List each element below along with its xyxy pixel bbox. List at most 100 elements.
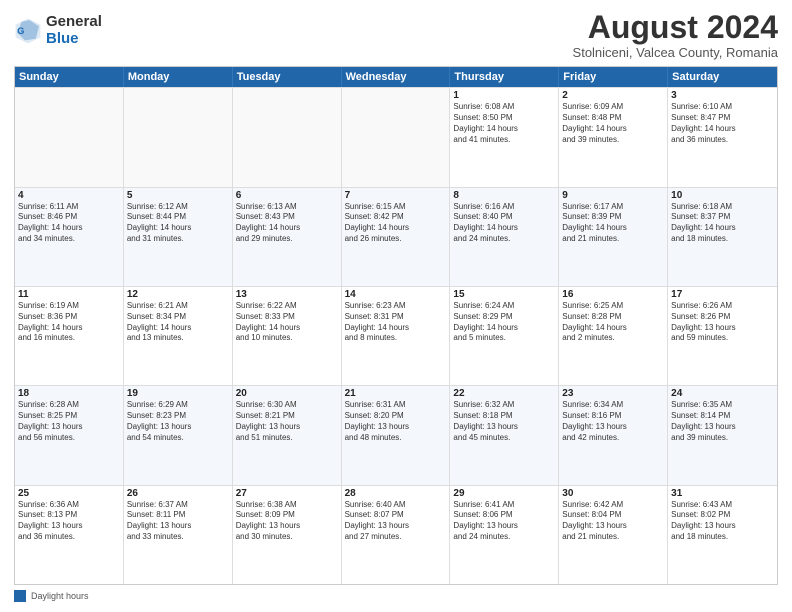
cal-cell-r0-c3 — [342, 88, 451, 186]
day-number: 1 — [453, 90, 555, 101]
cell-text: Sunrise: 6:18 AM Sunset: 8:37 PM Dayligh… — [671, 202, 774, 245]
cell-text: Sunrise: 6:32 AM Sunset: 8:18 PM Dayligh… — [453, 400, 555, 443]
logo-text: General Blue — [46, 14, 102, 47]
cal-cell-r2-c0: 11Sunrise: 6:19 AM Sunset: 8:36 PM Dayli… — [15, 287, 124, 385]
cell-text: Sunrise: 6:11 AM Sunset: 8:46 PM Dayligh… — [18, 202, 120, 245]
cal-cell-r1-c3: 7Sunrise: 6:15 AM Sunset: 8:42 PM Daylig… — [342, 188, 451, 286]
cal-cell-r1-c4: 8Sunrise: 6:16 AM Sunset: 8:40 PM Daylig… — [450, 188, 559, 286]
cell-text: Sunrise: 6:28 AM Sunset: 8:25 PM Dayligh… — [18, 400, 120, 443]
cell-text: Sunrise: 6:25 AM Sunset: 8:28 PM Dayligh… — [562, 301, 664, 344]
cell-text: Sunrise: 6:15 AM Sunset: 8:42 PM Dayligh… — [345, 202, 447, 245]
day-number: 19 — [127, 388, 229, 399]
cell-text: Sunrise: 6:16 AM Sunset: 8:40 PM Dayligh… — [453, 202, 555, 245]
cal-cell-r3-c6: 24Sunrise: 6:35 AM Sunset: 8:14 PM Dayli… — [668, 386, 777, 484]
day-number: 16 — [562, 289, 664, 300]
day-number: 20 — [236, 388, 338, 399]
page: G General Blue August 2024 Stolniceni, V… — [0, 0, 792, 612]
main-title: August 2024 — [573, 10, 778, 45]
day-number: 7 — [345, 190, 447, 201]
cell-text: Sunrise: 6:08 AM Sunset: 8:50 PM Dayligh… — [453, 102, 555, 145]
cal-cell-r2-c5: 16Sunrise: 6:25 AM Sunset: 8:28 PM Dayli… — [559, 287, 668, 385]
cal-cell-r1-c0: 4Sunrise: 6:11 AM Sunset: 8:46 PM Daylig… — [15, 188, 124, 286]
cal-cell-r4-c6: 31Sunrise: 6:43 AM Sunset: 8:02 PM Dayli… — [668, 486, 777, 584]
day-number: 30 — [562, 488, 664, 499]
cal-cell-r4-c5: 30Sunrise: 6:42 AM Sunset: 8:04 PM Dayli… — [559, 486, 668, 584]
cell-text: Sunrise: 6:41 AM Sunset: 8:06 PM Dayligh… — [453, 500, 555, 543]
cal-cell-r0-c6: 3Sunrise: 6:10 AM Sunset: 8:47 PM Daylig… — [668, 88, 777, 186]
cell-text: Sunrise: 6:23 AM Sunset: 8:31 PM Dayligh… — [345, 301, 447, 344]
cal-cell-r1-c2: 6Sunrise: 6:13 AM Sunset: 8:43 PM Daylig… — [233, 188, 342, 286]
calendar-header: Sunday Monday Tuesday Wednesday Thursday… — [15, 67, 777, 87]
cal-cell-r1-c1: 5Sunrise: 6:12 AM Sunset: 8:44 PM Daylig… — [124, 188, 233, 286]
cal-row-0: 1Sunrise: 6:08 AM Sunset: 8:50 PM Daylig… — [15, 87, 777, 186]
cal-cell-r4-c2: 27Sunrise: 6:38 AM Sunset: 8:09 PM Dayli… — [233, 486, 342, 584]
cell-text: Sunrise: 6:12 AM Sunset: 8:44 PM Dayligh… — [127, 202, 229, 245]
cell-text: Sunrise: 6:34 AM Sunset: 8:16 PM Dayligh… — [562, 400, 664, 443]
day-number: 12 — [127, 289, 229, 300]
day-number: 9 — [562, 190, 664, 201]
day-number: 15 — [453, 289, 555, 300]
logo-general-text: General — [46, 14, 102, 31]
day-number: 21 — [345, 388, 447, 399]
cell-text: Sunrise: 6:42 AM Sunset: 8:04 PM Dayligh… — [562, 500, 664, 543]
cal-cell-r3-c5: 23Sunrise: 6:34 AM Sunset: 8:16 PM Dayli… — [559, 386, 668, 484]
day-number: 22 — [453, 388, 555, 399]
header-monday: Monday — [124, 67, 233, 87]
day-number: 31 — [671, 488, 774, 499]
cell-text: Sunrise: 6:26 AM Sunset: 8:26 PM Dayligh… — [671, 301, 774, 344]
cal-row-4: 25Sunrise: 6:36 AM Sunset: 8:13 PM Dayli… — [15, 485, 777, 584]
cal-cell-r0-c4: 1Sunrise: 6:08 AM Sunset: 8:50 PM Daylig… — [450, 88, 559, 186]
day-number: 14 — [345, 289, 447, 300]
cal-cell-r4-c1: 26Sunrise: 6:37 AM Sunset: 8:11 PM Dayli… — [124, 486, 233, 584]
cal-cell-r2-c2: 13Sunrise: 6:22 AM Sunset: 8:33 PM Dayli… — [233, 287, 342, 385]
header-saturday: Saturday — [668, 67, 777, 87]
calendar: Sunday Monday Tuesday Wednesday Thursday… — [14, 66, 778, 585]
day-number: 5 — [127, 190, 229, 201]
day-number: 25 — [18, 488, 120, 499]
day-number: 4 — [18, 190, 120, 201]
header-wednesday: Wednesday — [342, 67, 451, 87]
header-tuesday: Tuesday — [233, 67, 342, 87]
cal-cell-r3-c2: 20Sunrise: 6:30 AM Sunset: 8:21 PM Dayli… — [233, 386, 342, 484]
cal-row-1: 4Sunrise: 6:11 AM Sunset: 8:46 PM Daylig… — [15, 187, 777, 286]
cal-cell-r4-c0: 25Sunrise: 6:36 AM Sunset: 8:13 PM Dayli… — [15, 486, 124, 584]
cal-row-3: 18Sunrise: 6:28 AM Sunset: 8:25 PM Dayli… — [15, 385, 777, 484]
day-number: 3 — [671, 90, 774, 101]
day-number: 29 — [453, 488, 555, 499]
cal-cell-r3-c1: 19Sunrise: 6:29 AM Sunset: 8:23 PM Dayli… — [124, 386, 233, 484]
cal-cell-r3-c4: 22Sunrise: 6:32 AM Sunset: 8:18 PM Dayli… — [450, 386, 559, 484]
cal-cell-r2-c3: 14Sunrise: 6:23 AM Sunset: 8:31 PM Dayli… — [342, 287, 451, 385]
day-number: 6 — [236, 190, 338, 201]
cal-cell-r4-c4: 29Sunrise: 6:41 AM Sunset: 8:06 PM Dayli… — [450, 486, 559, 584]
cell-text: Sunrise: 6:13 AM Sunset: 8:43 PM Dayligh… — [236, 202, 338, 245]
day-number: 26 — [127, 488, 229, 499]
cell-text: Sunrise: 6:24 AM Sunset: 8:29 PM Dayligh… — [453, 301, 555, 344]
cell-text: Sunrise: 6:35 AM Sunset: 8:14 PM Dayligh… — [671, 400, 774, 443]
cell-text: Sunrise: 6:37 AM Sunset: 8:11 PM Dayligh… — [127, 500, 229, 543]
cell-text: Sunrise: 6:30 AM Sunset: 8:21 PM Dayligh… — [236, 400, 338, 443]
cal-cell-r1-c6: 10Sunrise: 6:18 AM Sunset: 8:37 PM Dayli… — [668, 188, 777, 286]
header-friday: Friday — [559, 67, 668, 87]
cal-cell-r2-c6: 17Sunrise: 6:26 AM Sunset: 8:26 PM Dayli… — [668, 287, 777, 385]
calendar-body: 1Sunrise: 6:08 AM Sunset: 8:50 PM Daylig… — [15, 87, 777, 584]
cell-text: Sunrise: 6:21 AM Sunset: 8:34 PM Dayligh… — [127, 301, 229, 344]
title-block: August 2024 Stolniceni, Valcea County, R… — [573, 10, 778, 60]
cell-text: Sunrise: 6:38 AM Sunset: 8:09 PM Dayligh… — [236, 500, 338, 543]
day-number: 18 — [18, 388, 120, 399]
day-number: 23 — [562, 388, 664, 399]
cell-text: Sunrise: 6:09 AM Sunset: 8:48 PM Dayligh… — [562, 102, 664, 145]
cell-text: Sunrise: 6:31 AM Sunset: 8:20 PM Dayligh… — [345, 400, 447, 443]
svg-text:G: G — [17, 26, 24, 36]
logo-blue-text: Blue — [46, 31, 102, 48]
day-number: 28 — [345, 488, 447, 499]
cal-cell-r3-c0: 18Sunrise: 6:28 AM Sunset: 8:25 PM Dayli… — [15, 386, 124, 484]
header-thursday: Thursday — [450, 67, 559, 87]
day-number: 27 — [236, 488, 338, 499]
cal-cell-r3-c3: 21Sunrise: 6:31 AM Sunset: 8:20 PM Dayli… — [342, 386, 451, 484]
logo-icon: G — [14, 17, 42, 45]
day-number: 8 — [453, 190, 555, 201]
cal-cell-r0-c0 — [15, 88, 124, 186]
legend-label: Daylight hours — [31, 591, 89, 601]
cal-row-2: 11Sunrise: 6:19 AM Sunset: 8:36 PM Dayli… — [15, 286, 777, 385]
cell-text: Sunrise: 6:22 AM Sunset: 8:33 PM Dayligh… — [236, 301, 338, 344]
